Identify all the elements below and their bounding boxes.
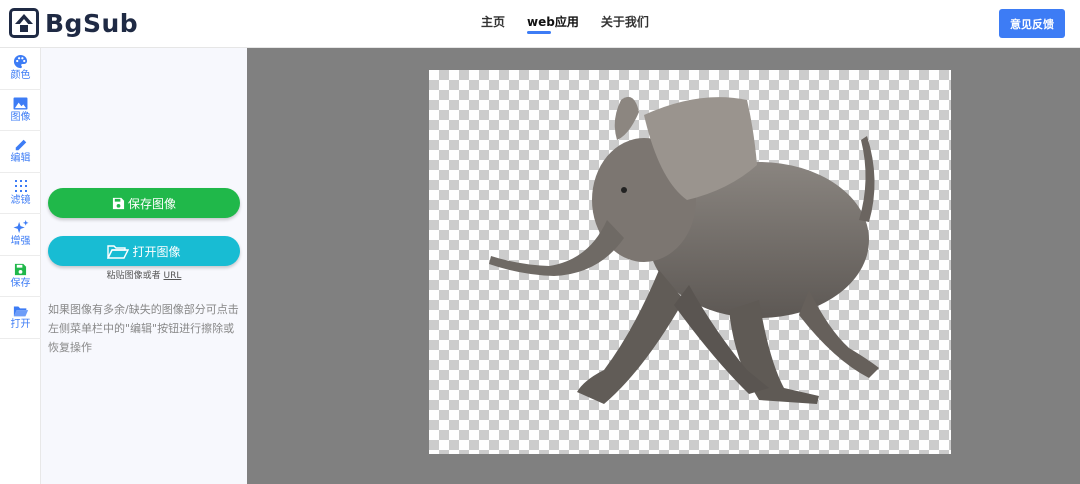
save-icon	[13, 262, 29, 277]
folder-open-icon	[107, 244, 130, 259]
nav-web-app[interactable]: web应用	[527, 0, 579, 48]
pencil-icon	[13, 137, 29, 152]
main-nav: 主页 web应用 关于我们	[470, 0, 660, 48]
sidebar-item-save[interactable]: 保存	[0, 256, 41, 297]
sidebar-item-edit[interactable]: 编辑	[0, 131, 41, 173]
elephant-image	[489, 96, 879, 404]
sidebar-item-enhance[interactable]: 增强	[0, 214, 41, 256]
sidebar-item-label: 保存	[10, 277, 31, 289]
paste-hint: 粘贴图像或者 URL	[41, 268, 247, 281]
sidebar-item-filter[interactable]: 滤镜	[0, 173, 41, 214]
canvas-area[interactable]	[247, 48, 1080, 484]
open-image-label: 打开图像	[132, 244, 181, 259]
sidebar-item-open[interactable]: 打开	[0, 297, 41, 339]
sidebar-item-label: 打开	[10, 319, 31, 331]
nav-home[interactable]: 主页	[481, 0, 505, 48]
feedback-button[interactable]: 意见反馈	[999, 9, 1065, 38]
logo-icon	[9, 8, 39, 38]
save-icon	[112, 197, 125, 210]
tool-sidebar: 颜色 图像 编辑 滤镜 增强 保存 打开	[0, 48, 41, 484]
tool-panel: 保存图像 打开图像 粘贴图像或者 URL 如果图像有多余/缺失的图像部分可点击左…	[41, 48, 247, 484]
app-name: BgSub	[45, 8, 139, 38]
sidebar-item-label: 颜色	[10, 70, 31, 82]
sparkle-icon	[13, 220, 29, 235]
logo[interactable]: BgSub	[9, 7, 138, 39]
filter-grid-icon	[13, 179, 29, 194]
sidebar-item-color[interactable]: 颜色	[0, 48, 41, 90]
sidebar-item-image[interactable]: 图像	[0, 90, 41, 131]
open-image-button[interactable]: 打开图像	[48, 236, 240, 266]
palette-icon	[13, 54, 29, 69]
edit-tip-text: 如果图像有多余/缺失的图像部分可点击左侧菜单栏中的"编辑"按钮进行擦除或恢复操作	[48, 303, 239, 354]
header: BgSub 主页 web应用 关于我们 意见反馈	[0, 0, 1080, 48]
sidebar-item-label: 图像	[10, 111, 31, 123]
sidebar-item-label: 编辑	[10, 153, 31, 165]
image-icon	[13, 96, 29, 111]
nav-about[interactable]: 关于我们	[601, 0, 649, 48]
save-image-label: 保存图像	[127, 196, 176, 211]
save-image-button[interactable]: 保存图像	[48, 188, 240, 218]
paste-url-link[interactable]: URL	[164, 271, 182, 281]
sidebar-item-label: 滤镜	[10, 194, 31, 206]
sidebar-item-label: 增强	[10, 236, 31, 248]
folder-open-icon	[13, 303, 29, 318]
image-canvas[interactable]	[429, 70, 951, 454]
paste-hint-text: 粘贴图像或者	[106, 271, 161, 281]
